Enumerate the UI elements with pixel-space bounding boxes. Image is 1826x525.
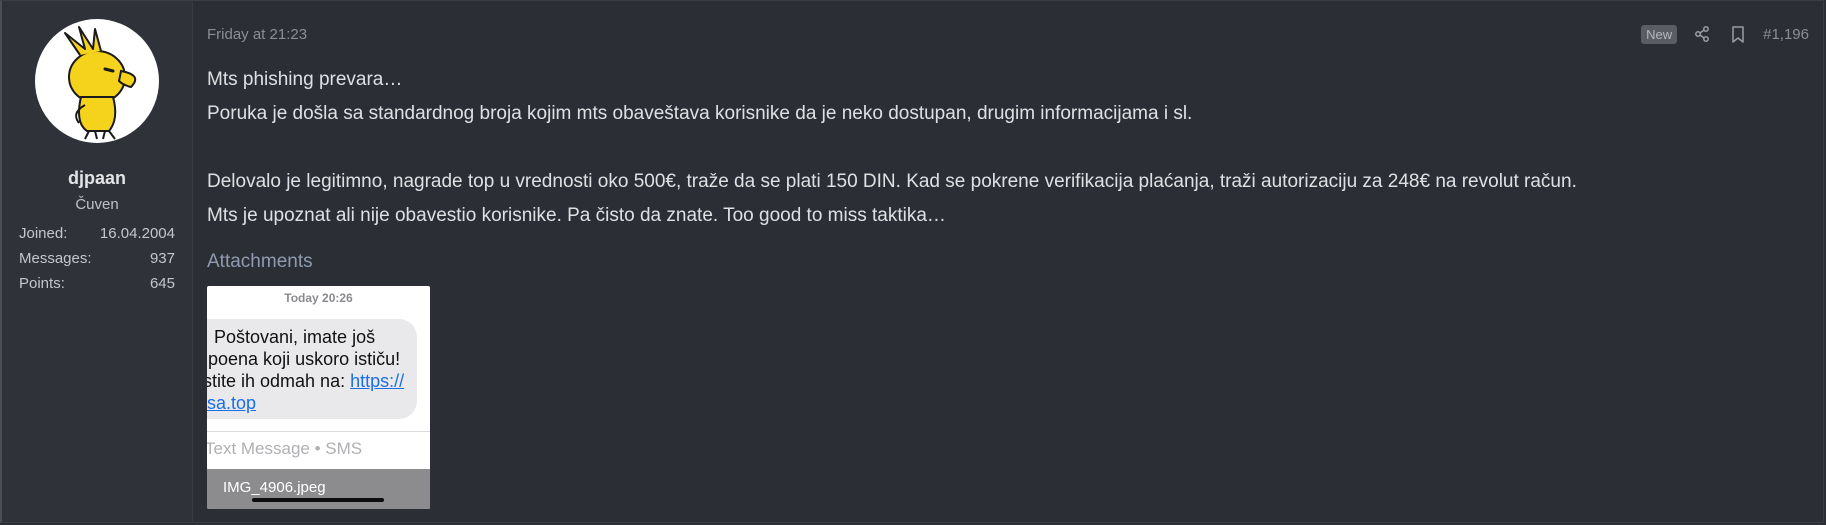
- post-body: Mts phishing prevara… Poruka je došla sa…: [207, 63, 1577, 233]
- sms-line: stite ih odmah na: https://: [207, 371, 404, 392]
- stat-label: Joined:: [19, 225, 68, 242]
- sms-link: sa.top: [207, 393, 257, 413]
- sms-line: Poštovani, imate još: [214, 327, 376, 347]
- post-date[interactable]: Friday at 21:23: [207, 26, 307, 43]
- sms-divider: [207, 431, 430, 432]
- home-indicator: [252, 498, 384, 502]
- stat-joined: Joined: 16.04.2004: [19, 225, 175, 242]
- username[interactable]: djpaan: [2, 168, 192, 189]
- sms-bubble: Poštovani, imate još poena koji uskoro i…: [207, 319, 417, 419]
- attachments-heading: Attachments: [207, 251, 313, 272]
- stat-points: Points: 645: [19, 275, 175, 292]
- sms-input-placeholder: Text Message • SMS: [207, 439, 363, 458]
- sms-timestamp: Today 20:26: [284, 291, 353, 305]
- sms-text: stite ih odmah na:: [207, 371, 351, 391]
- stat-messages: Messages: 937: [19, 250, 175, 267]
- post-main: Friday at 21:23 New #1,196 Mts phishing …: [207, 1, 1823, 522]
- stat-label: Points:: [19, 275, 65, 292]
- stat-value: 16.04.2004: [99, 225, 175, 242]
- sms-line: poena koji uskoro ističu!: [208, 349, 401, 369]
- post-line-blank: [207, 131, 1577, 165]
- post-line: Mts phishing prevara…: [207, 69, 403, 90]
- attachment-caption: IMG_4906.jpeg: [207, 469, 430, 509]
- post-number-link[interactable]: #1,196: [1763, 26, 1809, 43]
- woodstock-avatar-icon[interactable]: [35, 19, 159, 143]
- post-line: Delovalo je legitimno, nagrade top u vre…: [207, 171, 1577, 192]
- stat-label: Messages:: [19, 250, 92, 267]
- new-badge: New: [1641, 24, 1678, 44]
- user-info-panel: djpaan Čuven Joined: 16.04.2004 Messages…: [2, 1, 193, 522]
- attachment-thumbnail[interactable]: Today 20:26 Poštovani, imate još poena k…: [207, 286, 430, 509]
- stat-value: 937: [149, 250, 175, 267]
- forum-post: djpaan Čuven Joined: 16.04.2004 Messages…: [0, 0, 1824, 523]
- post-actions: New #1,196: [1641, 23, 1809, 45]
- attachment-filename[interactable]: IMG_4906.jpeg: [223, 479, 326, 496]
- stat-value: 645: [149, 275, 175, 292]
- share-icon[interactable]: [1691, 23, 1713, 45]
- user-title: Čuven: [75, 196, 119, 213]
- post-line: Poruka je došla sa standardnog broja koj…: [207, 103, 1193, 124]
- bookmark-icon[interactable]: [1727, 23, 1749, 45]
- post-line: Mts je upoznat ali nije obavestio korisn…: [207, 205, 946, 226]
- sms-link: https://: [350, 371, 405, 391]
